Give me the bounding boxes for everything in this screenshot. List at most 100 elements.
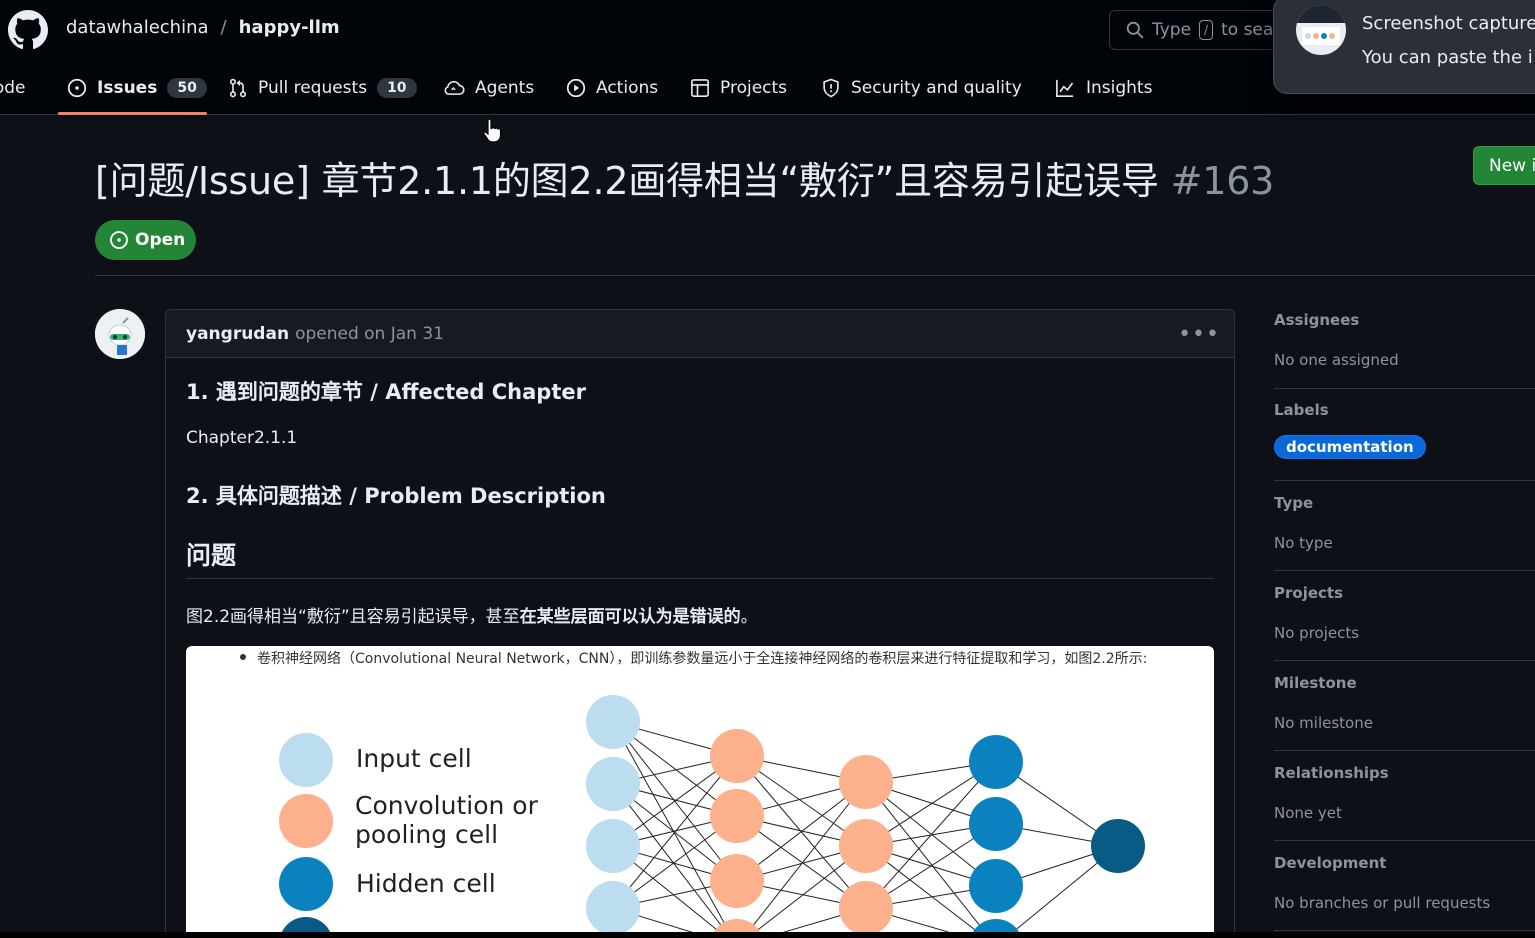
network-node [839, 755, 893, 809]
sidebar-milestone: Milestone No milestone [1274, 674, 1535, 732]
search-icon [1126, 21, 1144, 39]
shield-icon [823, 78, 839, 97]
relationships-value: None yet [1274, 804, 1342, 822]
heading-affected-chapter: 1. 遇到问题的章节 / Affected Chapter [186, 380, 586, 404]
issue-title-text: [问题/Issue] 章节2.1.1的图2.2画得相当“敷衍”且容易引起误导 [95, 159, 1159, 203]
sidebar-divider [1274, 930, 1535, 931]
cnn-diagram [279, 695, 1145, 938]
chapter-text: Chapter2.1.1 [186, 428, 298, 448]
legend-conv-swatch [279, 794, 333, 848]
legend-input-label: Input cell [356, 744, 472, 773]
legend-input-swatch [279, 733, 333, 787]
tab-actions-label: Actions [596, 77, 659, 98]
heading-underline [186, 578, 1214, 579]
sidebar-relationships: Relationships None yet [1274, 764, 1535, 822]
sidebar-divider [1274, 750, 1535, 751]
tab-issues-label: Issues [97, 77, 158, 98]
issues-count-badge: 50 [167, 77, 207, 98]
sidebar-type: Type No type [1274, 494, 1535, 552]
tab-pull-requests-label: Pull requests [258, 77, 368, 98]
problem-description: 图2.2画得相当“敷衍”且容易引起误导，甚至在某些层面可以认为是错误的。 [186, 602, 758, 627]
labels-title[interactable]: Labels [1274, 401, 1535, 419]
tab-actions[interactable]: Actions [566, 60, 658, 115]
type-value: No type [1274, 534, 1333, 552]
table-icon [691, 78, 709, 97]
tab-code-label: Code [0, 77, 26, 98]
network-node [969, 797, 1023, 851]
issue-opened-icon [67, 78, 87, 97]
sidebar-projects: Projects No projects [1274, 584, 1535, 642]
tab-projects[interactable]: Projects [690, 60, 787, 115]
comment-author[interactable]: yangrudan [186, 324, 289, 344]
search-placeholder-suffix: to sea [1221, 20, 1274, 40]
github-logo-icon[interactable] [8, 10, 48, 50]
label-documentation[interactable]: documentation [1274, 435, 1426, 459]
network-node [586, 757, 640, 811]
tab-insights[interactable]: Insights [1054, 60, 1152, 115]
legend-conv-label-line2: pooling cell [355, 820, 499, 849]
toast-title: Screenshot capture [1362, 13, 1535, 34]
search-shortcut-key: / [1199, 20, 1214, 40]
repo-breadcrumb: datawhalechina / happy-llm [66, 17, 340, 38]
network-node [586, 695, 640, 749]
repo-name-link[interactable]: happy-llm [239, 17, 340, 38]
breadcrumb-separator: / [220, 17, 227, 38]
sidebar-development: Development No branches or pull requests [1274, 854, 1535, 912]
agents-cloud-icon [444, 80, 465, 95]
issue-title: [问题/Issue] 章节2.1.1的图2.2画得相当“敷衍”且容易引起误导 #… [95, 150, 1274, 205]
network-node [586, 881, 640, 935]
network-node [969, 735, 1023, 789]
development-title[interactable]: Development [1274, 854, 1535, 872]
tab-issues[interactable]: Issues 50 [67, 60, 207, 115]
projects-title[interactable]: Projects [1274, 584, 1535, 602]
network-node [969, 859, 1023, 913]
type-title[interactable]: Type [1274, 494, 1535, 512]
assignees-title[interactable]: Assignees [1274, 311, 1535, 329]
play-circle-icon [566, 78, 586, 97]
kebab-menu-icon[interactable]: ••• [1178, 322, 1220, 347]
heading-issue: 问题 [186, 541, 237, 570]
tab-code[interactable]: Code [0, 60, 26, 115]
tab-insights-label: Insights [1086, 77, 1153, 98]
development-value: No branches or pull requests [1274, 894, 1491, 912]
sidebar-divider [1274, 570, 1535, 571]
title-divider [95, 275, 1535, 276]
tab-agents-label: Agents [475, 77, 535, 98]
graph-icon [1056, 79, 1074, 97]
network-node [710, 729, 764, 783]
tab-security[interactable]: Security and quality [821, 60, 1022, 115]
toast-body: You can paste the i [1362, 47, 1533, 68]
heading-problem-description: 2. 具体问题描述 / Problem Description [186, 484, 606, 508]
network-node [710, 854, 764, 908]
new-issue-button[interactable]: New i [1473, 146, 1535, 185]
legend-hidden-swatch [279, 857, 333, 911]
sidebar-divider [1274, 840, 1535, 841]
network-node [586, 819, 640, 873]
pulls-count-badge: 10 [377, 77, 417, 98]
assignees-value: No one assigned [1274, 351, 1399, 369]
milestone-title[interactable]: Milestone [1274, 674, 1535, 692]
issue-state-badge: Open [95, 220, 196, 260]
screenshot-thumbnail [1296, 5, 1346, 55]
legend-conv-label-line1: Convolution or [355, 791, 538, 820]
tab-pull-requests[interactable]: Pull requests 10 [228, 60, 417, 115]
sidebar-divider [1274, 480, 1535, 481]
issue-number: #163 [1170, 159, 1275, 203]
relationships-title[interactable]: Relationships [1274, 764, 1535, 782]
projects-value: No projects [1274, 624, 1360, 642]
repo-owner-link[interactable]: datawhalechina [66, 17, 209, 38]
search-placeholder-prefix: Type [1152, 20, 1192, 40]
screenshot-toast[interactable]: Screenshot capture You can paste the i [1273, 0, 1535, 94]
comment-header: yangrudan opened on Jan 31 ••• [166, 310, 1234, 358]
tab-security-label: Security and quality [851, 77, 1022, 98]
sidebar-labels: Labels documentation [1274, 401, 1535, 459]
network-node [710, 789, 764, 843]
avatar[interactable] [95, 309, 145, 359]
tab-agents[interactable]: Agents [443, 60, 534, 115]
tab-projects-label: Projects [720, 77, 788, 98]
sidebar-divider [1274, 660, 1535, 661]
problem-text-bold: 在某些层面可以认为是错误的 [519, 607, 741, 627]
issue-state-label: Open [135, 230, 186, 250]
active-tab-underline [58, 112, 207, 115]
network-node [839, 881, 893, 935]
